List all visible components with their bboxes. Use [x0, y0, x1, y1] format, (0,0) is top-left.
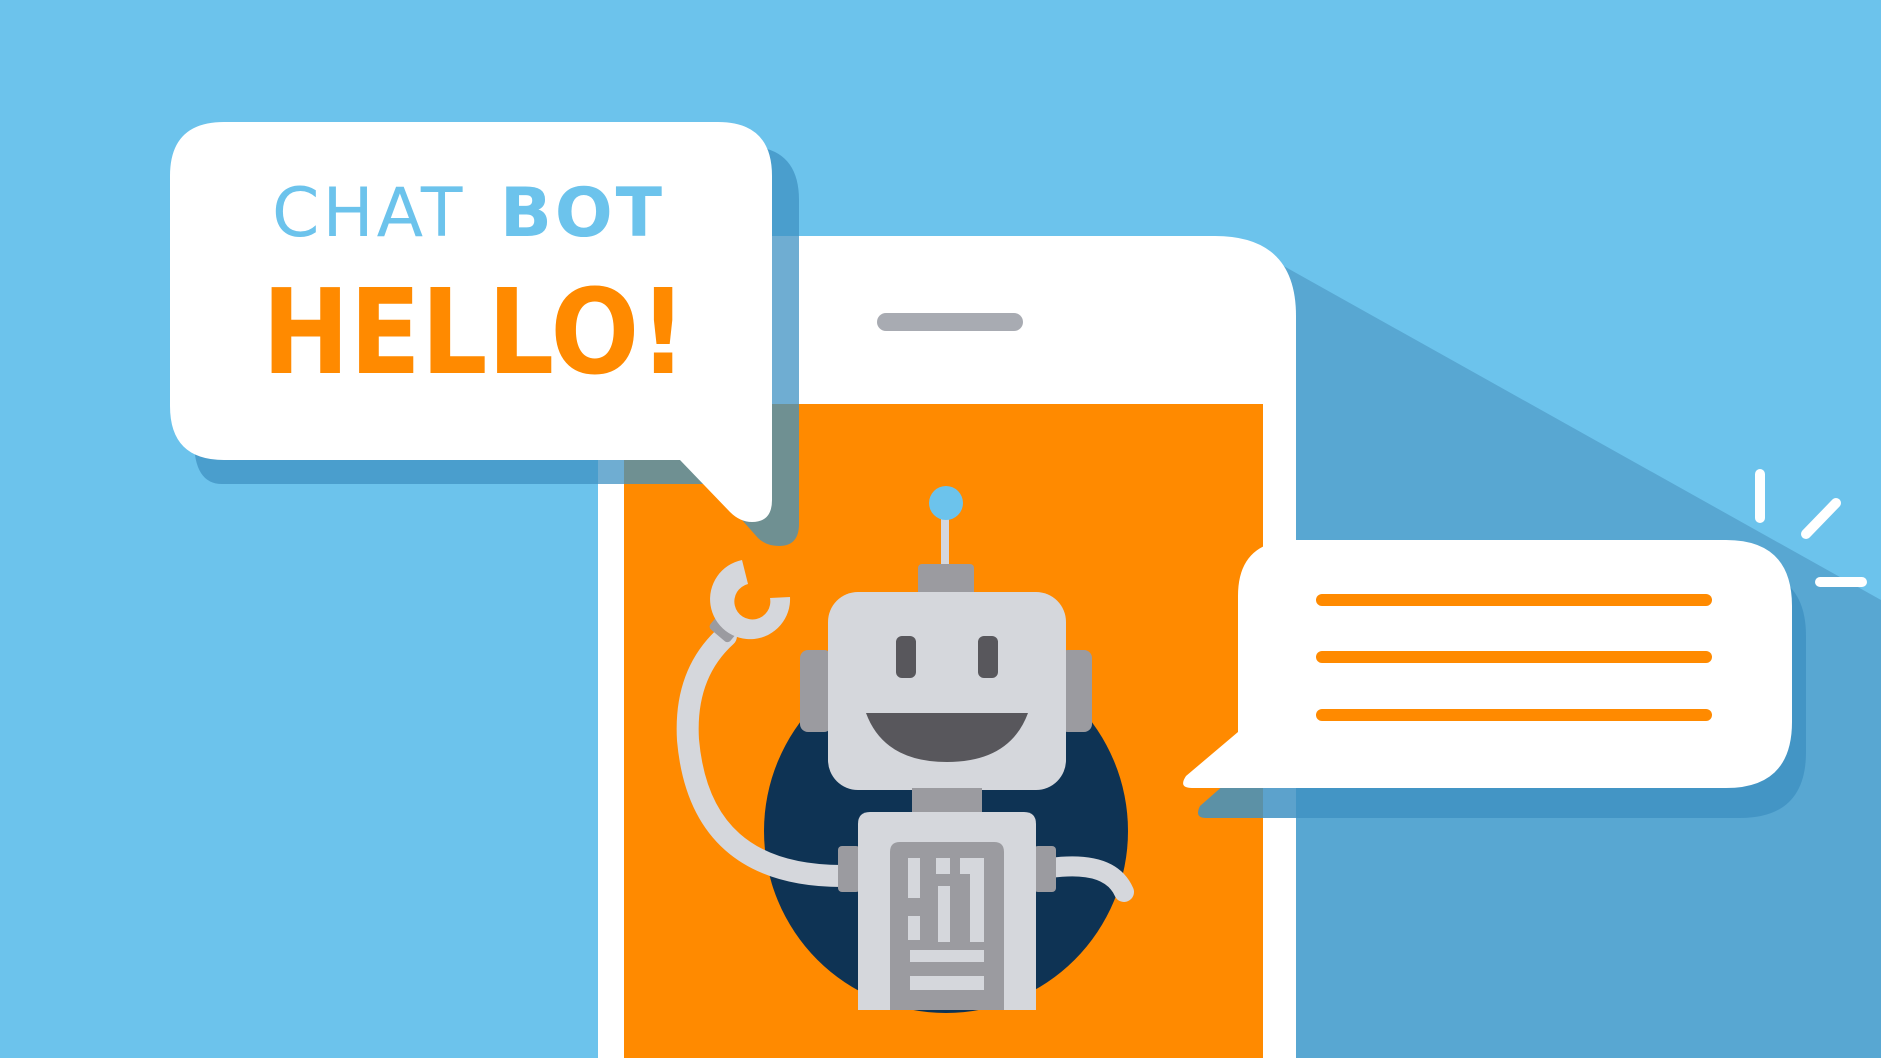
robot-side-bolt-right [1034, 846, 1056, 892]
phone-speaker [877, 313, 1023, 331]
hello-headline: HELLO! [262, 263, 687, 401]
chat-bot-bold-text: BOT [500, 174, 665, 253]
illustration-canvas: CHAT BOT HELLO! [170, 122, 1881, 1058]
chatbot-illustration: CHAT BOT HELLO! [0, 0, 1881, 1058]
reply-speech-bubble [1183, 540, 1792, 788]
chat-bot-light-text: CHAT [272, 174, 465, 253]
robot-side-bolt-left [838, 846, 860, 892]
robot-eye-left [896, 636, 916, 678]
robot-eye-right [978, 636, 998, 678]
robot-neck [912, 788, 982, 812]
robot-ear-left [800, 650, 832, 732]
